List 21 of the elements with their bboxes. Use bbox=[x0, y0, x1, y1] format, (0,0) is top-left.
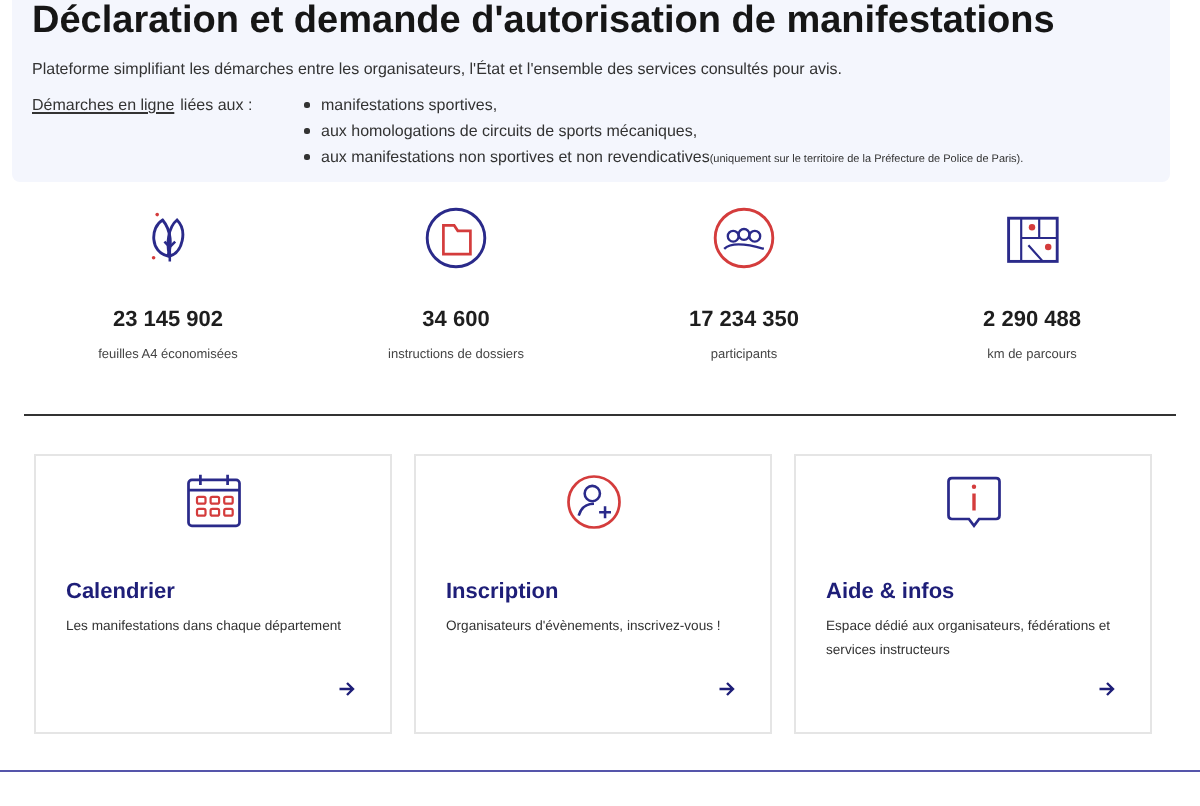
page-title: Déclaration et demande d'autorisation de manifestations bbox=[32, 0, 1057, 44]
list-item-text: aux homologations de circuits de sports mécaniques, bbox=[321, 122, 698, 140]
stat-value: 2 290 488 bbox=[983, 308, 1081, 332]
bullet-icon bbox=[304, 102, 309, 108]
card-title: Aide & infos bbox=[826, 580, 957, 604]
arrow-right-icon bbox=[338, 680, 356, 698]
stat-value: 34 600 bbox=[422, 308, 490, 332]
link-suffix: liées aux : bbox=[180, 96, 253, 114]
arrow-right-icon bbox=[1098, 680, 1116, 698]
card-title: Calendrier bbox=[66, 580, 177, 604]
list-item-text: manifestations sportives, bbox=[321, 96, 498, 114]
group-icon bbox=[708, 202, 780, 274]
card-title: Inscription bbox=[446, 580, 561, 604]
bullet-icon bbox=[304, 154, 309, 160]
stat-value: 23 145 902 bbox=[112, 308, 224, 332]
intro-text: Plateforme simplifiant les démarches entre les organisateurs, l'État et l'ensemble des services consultés pour avis. bbox=[32, 60, 845, 78]
stat-value: 17 234 350 bbox=[688, 308, 800, 332]
folder-icon bbox=[420, 202, 492, 274]
arrow-right-icon bbox=[718, 680, 736, 698]
bullet-icon bbox=[304, 128, 309, 134]
online-procedures-link[interactable]: Démarches en ligne bbox=[32, 96, 175, 114]
